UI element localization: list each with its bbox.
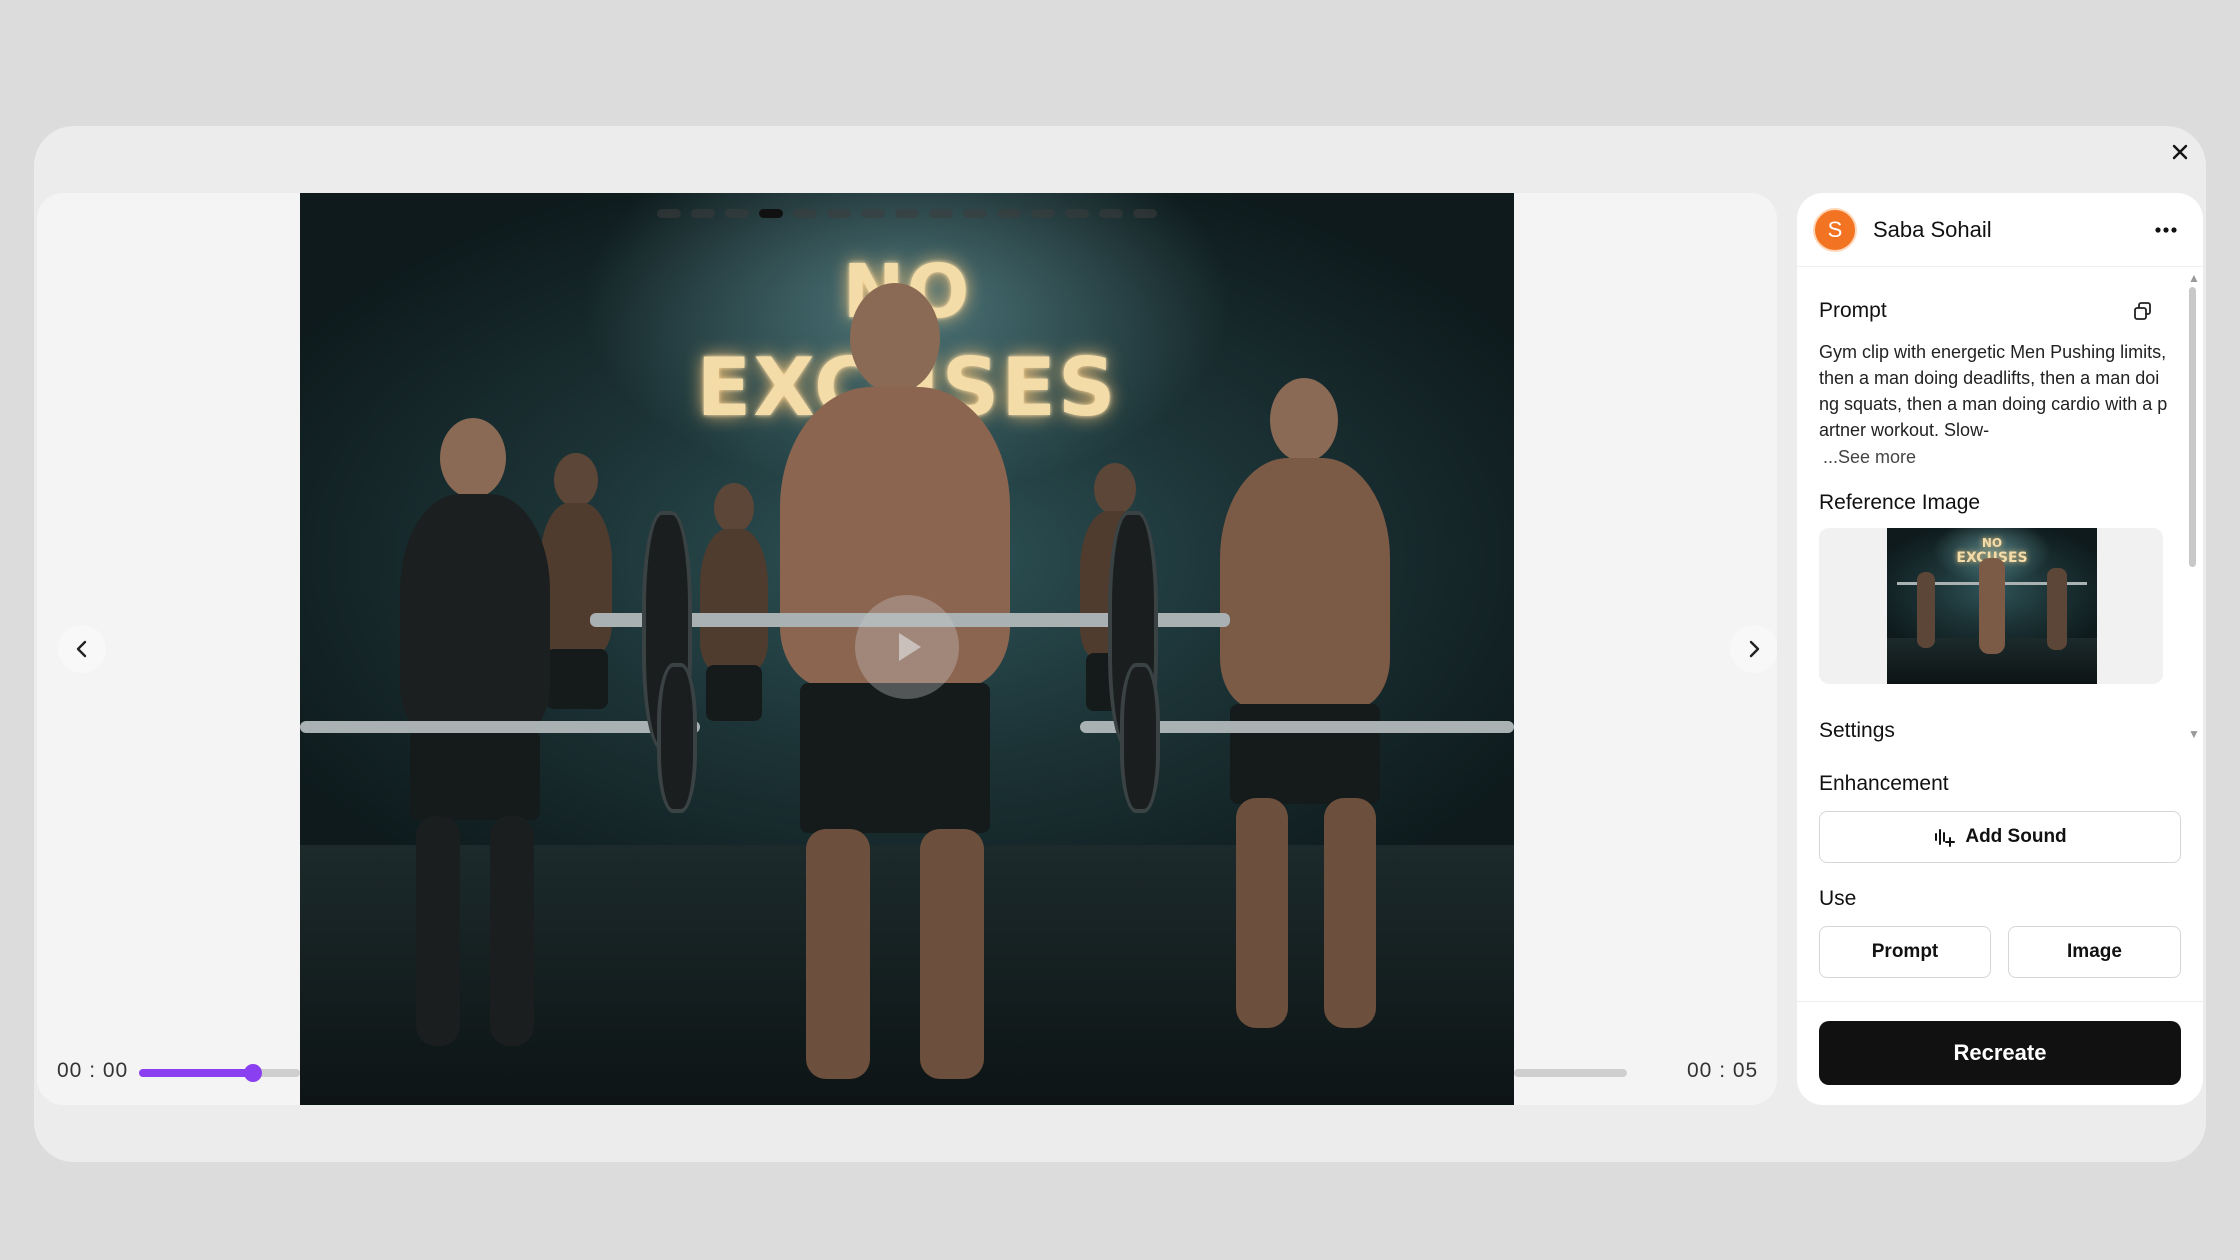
enhancement-title: Enhancement	[1819, 772, 1949, 795]
video-frame[interactable]: NO EXCUSES	[300, 193, 1514, 1105]
chevron-left-icon	[76, 640, 87, 658]
ellipsis-icon	[2155, 227, 2177, 233]
slide-dot[interactable]	[895, 209, 919, 218]
slide-dot[interactable]	[1133, 209, 1157, 218]
slide-dot[interactable]	[793, 209, 817, 218]
user-name[interactable]: Saba Sohail	[1873, 217, 1992, 243]
reference-image-box: NO EXCUSES	[1819, 528, 2163, 684]
play-button[interactable]	[855, 595, 959, 699]
progress-handle[interactable]	[244, 1064, 262, 1082]
chevron-right-icon	[1749, 640, 1760, 658]
slide-dot[interactable]	[725, 209, 749, 218]
settings-title[interactable]: Settings	[1819, 719, 1895, 743]
panel-divider	[1797, 1001, 2203, 1002]
slide-dot[interactable]	[1099, 209, 1123, 218]
slide-indicator	[657, 209, 1157, 218]
sound-wave-plus-icon	[1933, 826, 1956, 848]
prompt-text: Gym clip with energetic Men Pushing limi…	[1819, 342, 2168, 440]
video-viewer: NO EXCUSES	[37, 193, 1777, 1105]
slide-dot[interactable]	[1065, 209, 1089, 218]
barbell-plate	[1120, 663, 1160, 813]
progress-fill	[139, 1069, 254, 1077]
close-button[interactable]	[2164, 136, 2196, 168]
current-time: 00 : 00	[57, 1059, 129, 1082]
details-panel: S Saba Sohail ▲ ▼ Prompt Gym clip with e…	[1797, 193, 2203, 1105]
slide-dot[interactable]	[997, 209, 1021, 218]
add-sound-label: Add Sound	[1965, 826, 2067, 847]
side-barbell	[300, 721, 700, 733]
avatar[interactable]: S	[1813, 207, 1857, 252]
slide-dot[interactable]	[827, 209, 851, 218]
copy-prompt-button[interactable]	[2129, 297, 2157, 325]
close-icon	[2172, 144, 2188, 160]
scroll-up-icon[interactable]: ▲	[2188, 271, 2200, 285]
slide-dot[interactable]	[691, 209, 715, 218]
copy-icon	[2134, 302, 2151, 320]
progress-track[interactable]	[1514, 1069, 1627, 1077]
recreate-button[interactable]: Recreate	[1819, 1021, 2181, 1085]
play-icon	[899, 633, 921, 661]
use-title: Use	[1819, 887, 1857, 910]
barbell-plate	[657, 663, 697, 813]
slide-dot[interactable]	[759, 209, 783, 218]
prompt-title: Prompt	[1819, 299, 1887, 322]
slide-dot[interactable]	[861, 209, 885, 218]
panel-header: S Saba Sohail	[1797, 193, 2203, 267]
slide-dot[interactable]	[657, 209, 681, 218]
next-button[interactable]	[1730, 625, 1777, 673]
use-prompt-button[interactable]: Prompt	[1819, 926, 1991, 978]
see-more-link[interactable]: ...See more	[1823, 447, 1916, 468]
use-image-button[interactable]: Image	[2008, 926, 2181, 978]
reference-image[interactable]: NO EXCUSES	[1887, 528, 2097, 684]
add-sound-button[interactable]: Add Sound	[1819, 811, 2181, 863]
previous-button[interactable]	[58, 625, 106, 673]
scroll-down-icon[interactable]: ▼	[2188, 727, 2200, 741]
slide-dot[interactable]	[1031, 209, 1055, 218]
slide-dot[interactable]	[929, 209, 953, 218]
reference-neon-line1: NO	[1981, 536, 2003, 550]
reference-image-title: Reference Image	[1819, 491, 1981, 514]
total-time: 00 : 05	[1687, 1059, 1759, 1082]
more-options-button[interactable]	[2149, 213, 2183, 247]
slide-dot[interactable]	[963, 209, 987, 218]
scrollbar-thumb[interactable]	[2189, 287, 2196, 567]
